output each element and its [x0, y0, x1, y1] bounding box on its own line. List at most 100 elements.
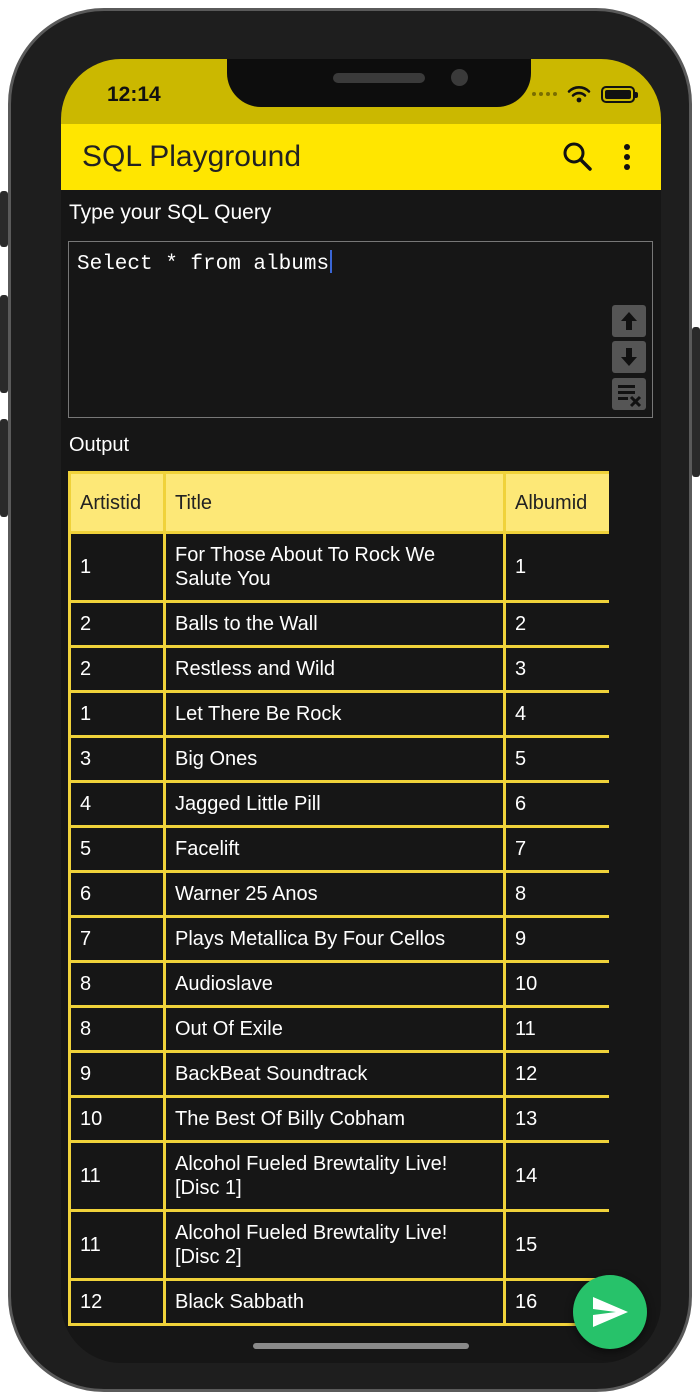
table-row: 9 BackBeat Soundtrack 12	[68, 1050, 609, 1098]
cell-title: For Those About To Rock We Salute You	[163, 531, 506, 603]
cell-artistid: 10	[68, 1095, 166, 1143]
cell-albumid: 12	[503, 1050, 609, 1098]
table-row: 2 Balls to the Wall 2	[68, 600, 609, 648]
table-row: 5 Facelift 7	[68, 825, 609, 873]
clear-query-button[interactable]	[612, 378, 646, 410]
cell-title: The Best Of Billy Cobham	[163, 1095, 506, 1143]
cell-title: Black Sabbath	[163, 1278, 506, 1326]
results-table-container[interactable]: Artistid Title Albumid 1 For Those About …	[68, 471, 609, 1339]
results-table: Artistid Title Albumid 1 For Those About …	[68, 471, 609, 1326]
cell-albumid: 6	[503, 780, 609, 828]
table-row: 4 Jagged Little Pill 6	[68, 780, 609, 828]
cell-title: Jagged Little Pill	[163, 780, 506, 828]
cell-artistid: 2	[68, 645, 166, 693]
query-text-line[interactable]: Select * from albums	[77, 250, 333, 276]
table-row: 8 Out Of Exile 11	[68, 1005, 609, 1053]
send-icon	[593, 1297, 628, 1327]
table-row: 11 Alcohol Fueled Brewtality Live! [Disc …	[68, 1140, 609, 1212]
cell-albumid: 8	[503, 870, 609, 918]
battery-icon	[601, 85, 638, 103]
cell-artistid: 4	[68, 780, 166, 828]
table-row: 12 Black Sabbath 16	[68, 1278, 609, 1326]
cell-title: Plays Metallica By Four Cellos	[163, 915, 506, 963]
clear-query-icon	[618, 385, 642, 408]
table-header-row: Artistid Title Albumid	[68, 471, 609, 534]
cell-artistid: 5	[68, 825, 166, 873]
silent-switch	[0, 191, 8, 247]
cell-title: Alcohol Fueled Brewtality Live! [Disc 1]	[163, 1140, 506, 1212]
more-options-button[interactable]	[617, 140, 637, 174]
column-header-artistid: Artistid	[68, 471, 166, 534]
cell-title: Warner 25 Anos	[163, 870, 506, 918]
cell-albumid: 11	[503, 1005, 609, 1053]
cell-albumid: 14	[503, 1140, 609, 1212]
cell-title: Alcohol Fueled Brewtality Live! [Disc 2]	[163, 1209, 506, 1281]
cell-title: BackBeat Soundtrack	[163, 1050, 506, 1098]
search-icon	[563, 142, 592, 171]
power-button	[692, 327, 700, 477]
speaker-grille	[333, 73, 425, 83]
query-label: Type your SQL Query	[69, 201, 272, 224]
cell-artistid: 2	[68, 600, 166, 648]
cell-albumid: 2	[503, 600, 609, 648]
cell-artistid: 9	[68, 1050, 166, 1098]
wifi-icon	[567, 86, 591, 103]
output-label: Output	[69, 434, 130, 456]
table-row: 1 Let There Be Rock 4	[68, 690, 609, 738]
table-row: 3 Big Ones 5	[68, 735, 609, 783]
cell-albumid: 5	[503, 735, 609, 783]
table-row: 1 For Those About To Rock We Salute You 1	[68, 531, 609, 603]
cell-artistid: 8	[68, 960, 166, 1008]
cell-title: Audioslave	[163, 960, 506, 1008]
cell-artistid: 7	[68, 915, 166, 963]
cell-artistid: 1	[68, 531, 166, 603]
notch	[227, 59, 531, 107]
table-row: 2 Restless and Wild 3	[68, 645, 609, 693]
home-indicator	[253, 1343, 469, 1349]
cell-title: Restless and Wild	[163, 645, 506, 693]
app-bar: SQL Playground	[61, 124, 661, 190]
history-up-button[interactable]	[612, 305, 646, 337]
cell-artistid: 12	[68, 1278, 166, 1326]
volume-up-button	[0, 295, 8, 393]
cell-albumid: 3	[503, 645, 609, 693]
search-button[interactable]	[561, 140, 595, 174]
cellular-signal-icon	[532, 92, 557, 96]
cell-artistid: 6	[68, 870, 166, 918]
table-row: 6 Warner 25 Anos 8	[68, 870, 609, 918]
status-time: 12:14	[107, 83, 161, 106]
sql-query-editor[interactable]: Select * from albums	[68, 241, 653, 418]
status-bar: 12:14	[61, 59, 661, 124]
table-row: 10 The Best Of Billy Cobham 13	[68, 1095, 609, 1143]
cell-albumid: 13	[503, 1095, 609, 1143]
cell-albumid: 10	[503, 960, 609, 1008]
cell-title: Let There Be Rock	[163, 690, 506, 738]
arrow-down-icon	[621, 348, 637, 366]
history-down-button[interactable]	[612, 341, 646, 373]
phone-frame: 12:14 SQL Playground Type your SQL Query…	[0, 8, 700, 1392]
cell-artistid: 11	[68, 1209, 166, 1281]
cell-albumid: 15	[503, 1209, 609, 1281]
cell-artistid: 3	[68, 735, 166, 783]
column-header-title: Title	[163, 471, 506, 534]
volume-down-button	[0, 419, 8, 517]
cell-albumid: 4	[503, 690, 609, 738]
run-query-button[interactable]	[573, 1275, 647, 1349]
cell-title: Facelift	[163, 825, 506, 873]
cell-albumid: 1	[503, 531, 609, 603]
front-camera	[451, 69, 468, 86]
column-header-albumid: Albumid	[503, 471, 609, 534]
table-row: 7 Plays Metallica By Four Cellos 9	[68, 915, 609, 963]
cell-artistid: 8	[68, 1005, 166, 1053]
cell-title: Big Ones	[163, 735, 506, 783]
status-icons	[532, 85, 638, 103]
more-vert-icon	[624, 144, 630, 170]
screen: 12:14 SQL Playground Type your SQL Query…	[61, 59, 661, 1363]
cell-title: Out Of Exile	[163, 1005, 506, 1053]
cell-albumid: 7	[503, 825, 609, 873]
app-title: SQL Playground	[82, 140, 302, 173]
cell-title: Balls to the Wall	[163, 600, 506, 648]
table-row: 8 Audioslave 10	[68, 960, 609, 1008]
cell-artistid: 1	[68, 690, 166, 738]
table-row: 11 Alcohol Fueled Brewtality Live! [Disc …	[68, 1209, 609, 1281]
